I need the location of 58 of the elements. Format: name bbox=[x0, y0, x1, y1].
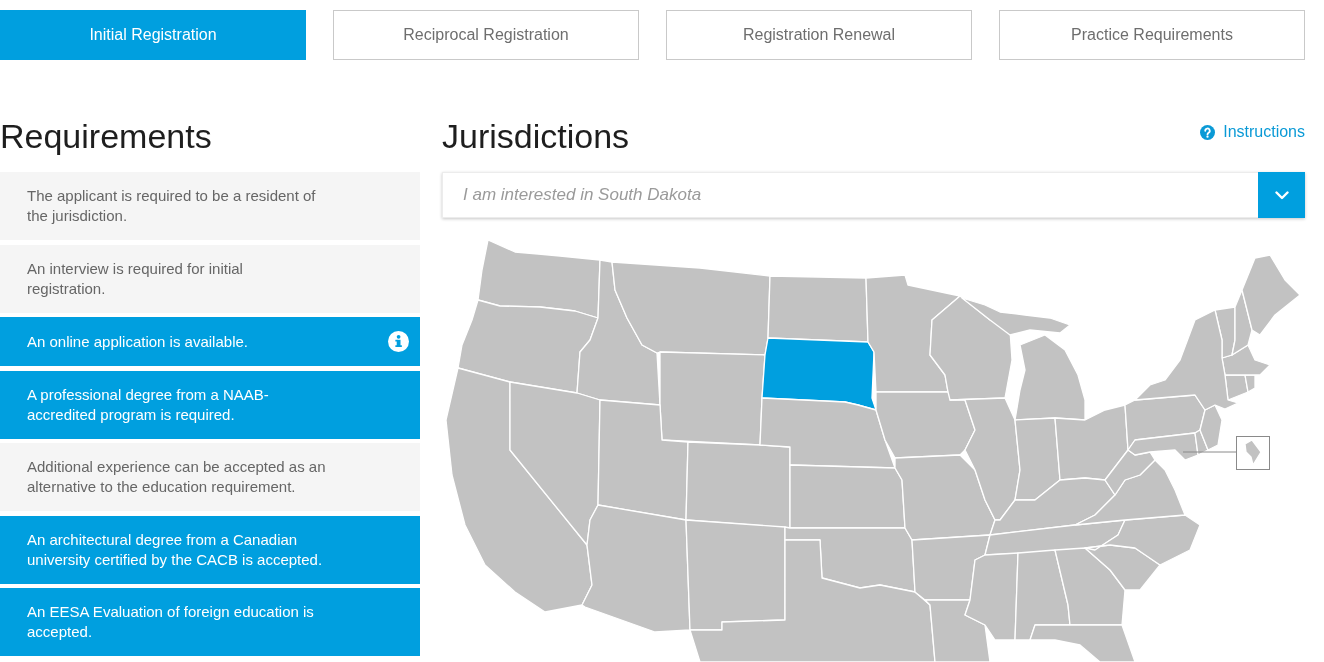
state-shape[interactable] bbox=[784, 526, 916, 593]
state-shape[interactable] bbox=[1134, 309, 1239, 411]
state-shape[interactable] bbox=[1014, 417, 1061, 501]
state-shape[interactable] bbox=[1014, 549, 1071, 641]
state-shape[interactable] bbox=[1054, 547, 1126, 626]
section-heading: Requirements bbox=[0, 116, 213, 156]
state-shape[interactable] bbox=[761, 337, 877, 411]
state-shape[interactable] bbox=[445, 367, 593, 613]
jurisdiction-dropdown[interactable]: I am interested in South Dakota bbox=[442, 172, 1305, 218]
state-shape[interactable] bbox=[1231, 289, 1253, 356]
tab[interactable]: Reciprocal Registration bbox=[333, 10, 639, 60]
state-shape[interactable] bbox=[597, 399, 689, 521]
state-shape[interactable] bbox=[611, 261, 771, 356]
state-shape[interactable] bbox=[964, 552, 1019, 641]
state-shape[interactable] bbox=[1074, 459, 1186, 526]
requirement-text: Additional experience can be accepted as an alternative to the education requirement. bbox=[27, 457, 327, 497]
state-shape[interactable] bbox=[894, 454, 996, 541]
tab[interactable]: Registration Renewal bbox=[666, 10, 972, 60]
requirement-text: A professional degree from a NAAB- accredited program is required. bbox=[27, 384, 270, 425]
dropdown-toggle-button[interactable] bbox=[1258, 172, 1305, 218]
info-icon[interactable] bbox=[388, 331, 409, 352]
state-shape[interactable] bbox=[1244, 374, 1256, 393]
requirement-text: An EESA Evaluation of foreign education is accepted. bbox=[27, 602, 315, 642]
state-shape[interactable] bbox=[759, 397, 896, 469]
requirement-text: An architectural degree from a Canadian university certified by the CACB is accepted. bbox=[27, 529, 324, 570]
tab[interactable]: Practice Requirements bbox=[999, 10, 1305, 60]
state-shape[interactable] bbox=[929, 295, 1013, 401]
state-shape[interactable] bbox=[477, 239, 601, 319]
requirement-text: An interview is required for initial registration. bbox=[27, 258, 244, 299]
state-shape[interactable] bbox=[659, 351, 766, 446]
requirement-text: The applicant is required to be a resident of the jurisdiction. bbox=[27, 186, 317, 226]
state-shape[interactable] bbox=[1104, 449, 1156, 496]
state-shape[interactable] bbox=[576, 259, 661, 406]
state-shape[interactable] bbox=[1084, 514, 1201, 566]
section-heading: Jurisdictions bbox=[442, 116, 630, 156]
state-shape[interactable] bbox=[875, 391, 976, 459]
chevron-down-icon bbox=[1274, 190, 1289, 200]
instructions-link[interactable]: Instructions bbox=[1200, 122, 1305, 142]
state-shape[interactable] bbox=[989, 477, 1116, 536]
tab[interactable]: Initial Registration bbox=[0, 10, 306, 60]
state-shape[interactable] bbox=[457, 299, 599, 394]
state-shape[interactable] bbox=[961, 297, 1086, 421]
state-shape[interactable] bbox=[1054, 404, 1129, 481]
state-shape[interactable] bbox=[1029, 624, 1136, 662]
state-shape[interactable] bbox=[685, 441, 791, 529]
state-shape[interactable] bbox=[1084, 544, 1161, 591]
state-shape[interactable] bbox=[767, 275, 869, 343]
help-icon bbox=[1200, 124, 1216, 140]
state-shape[interactable] bbox=[581, 504, 691, 633]
inset-frame bbox=[1236, 436, 1270, 470]
requirement-text: An online application is available. bbox=[27, 331, 249, 352]
state-shape[interactable] bbox=[789, 464, 906, 529]
state-shape[interactable] bbox=[509, 381, 601, 546]
leader-line bbox=[1182, 451, 1237, 453]
state-shape[interactable] bbox=[924, 599, 991, 662]
state-shape[interactable] bbox=[1244, 439, 1262, 466]
state-shape[interactable] bbox=[911, 534, 991, 601]
state-shape[interactable] bbox=[865, 274, 961, 393]
